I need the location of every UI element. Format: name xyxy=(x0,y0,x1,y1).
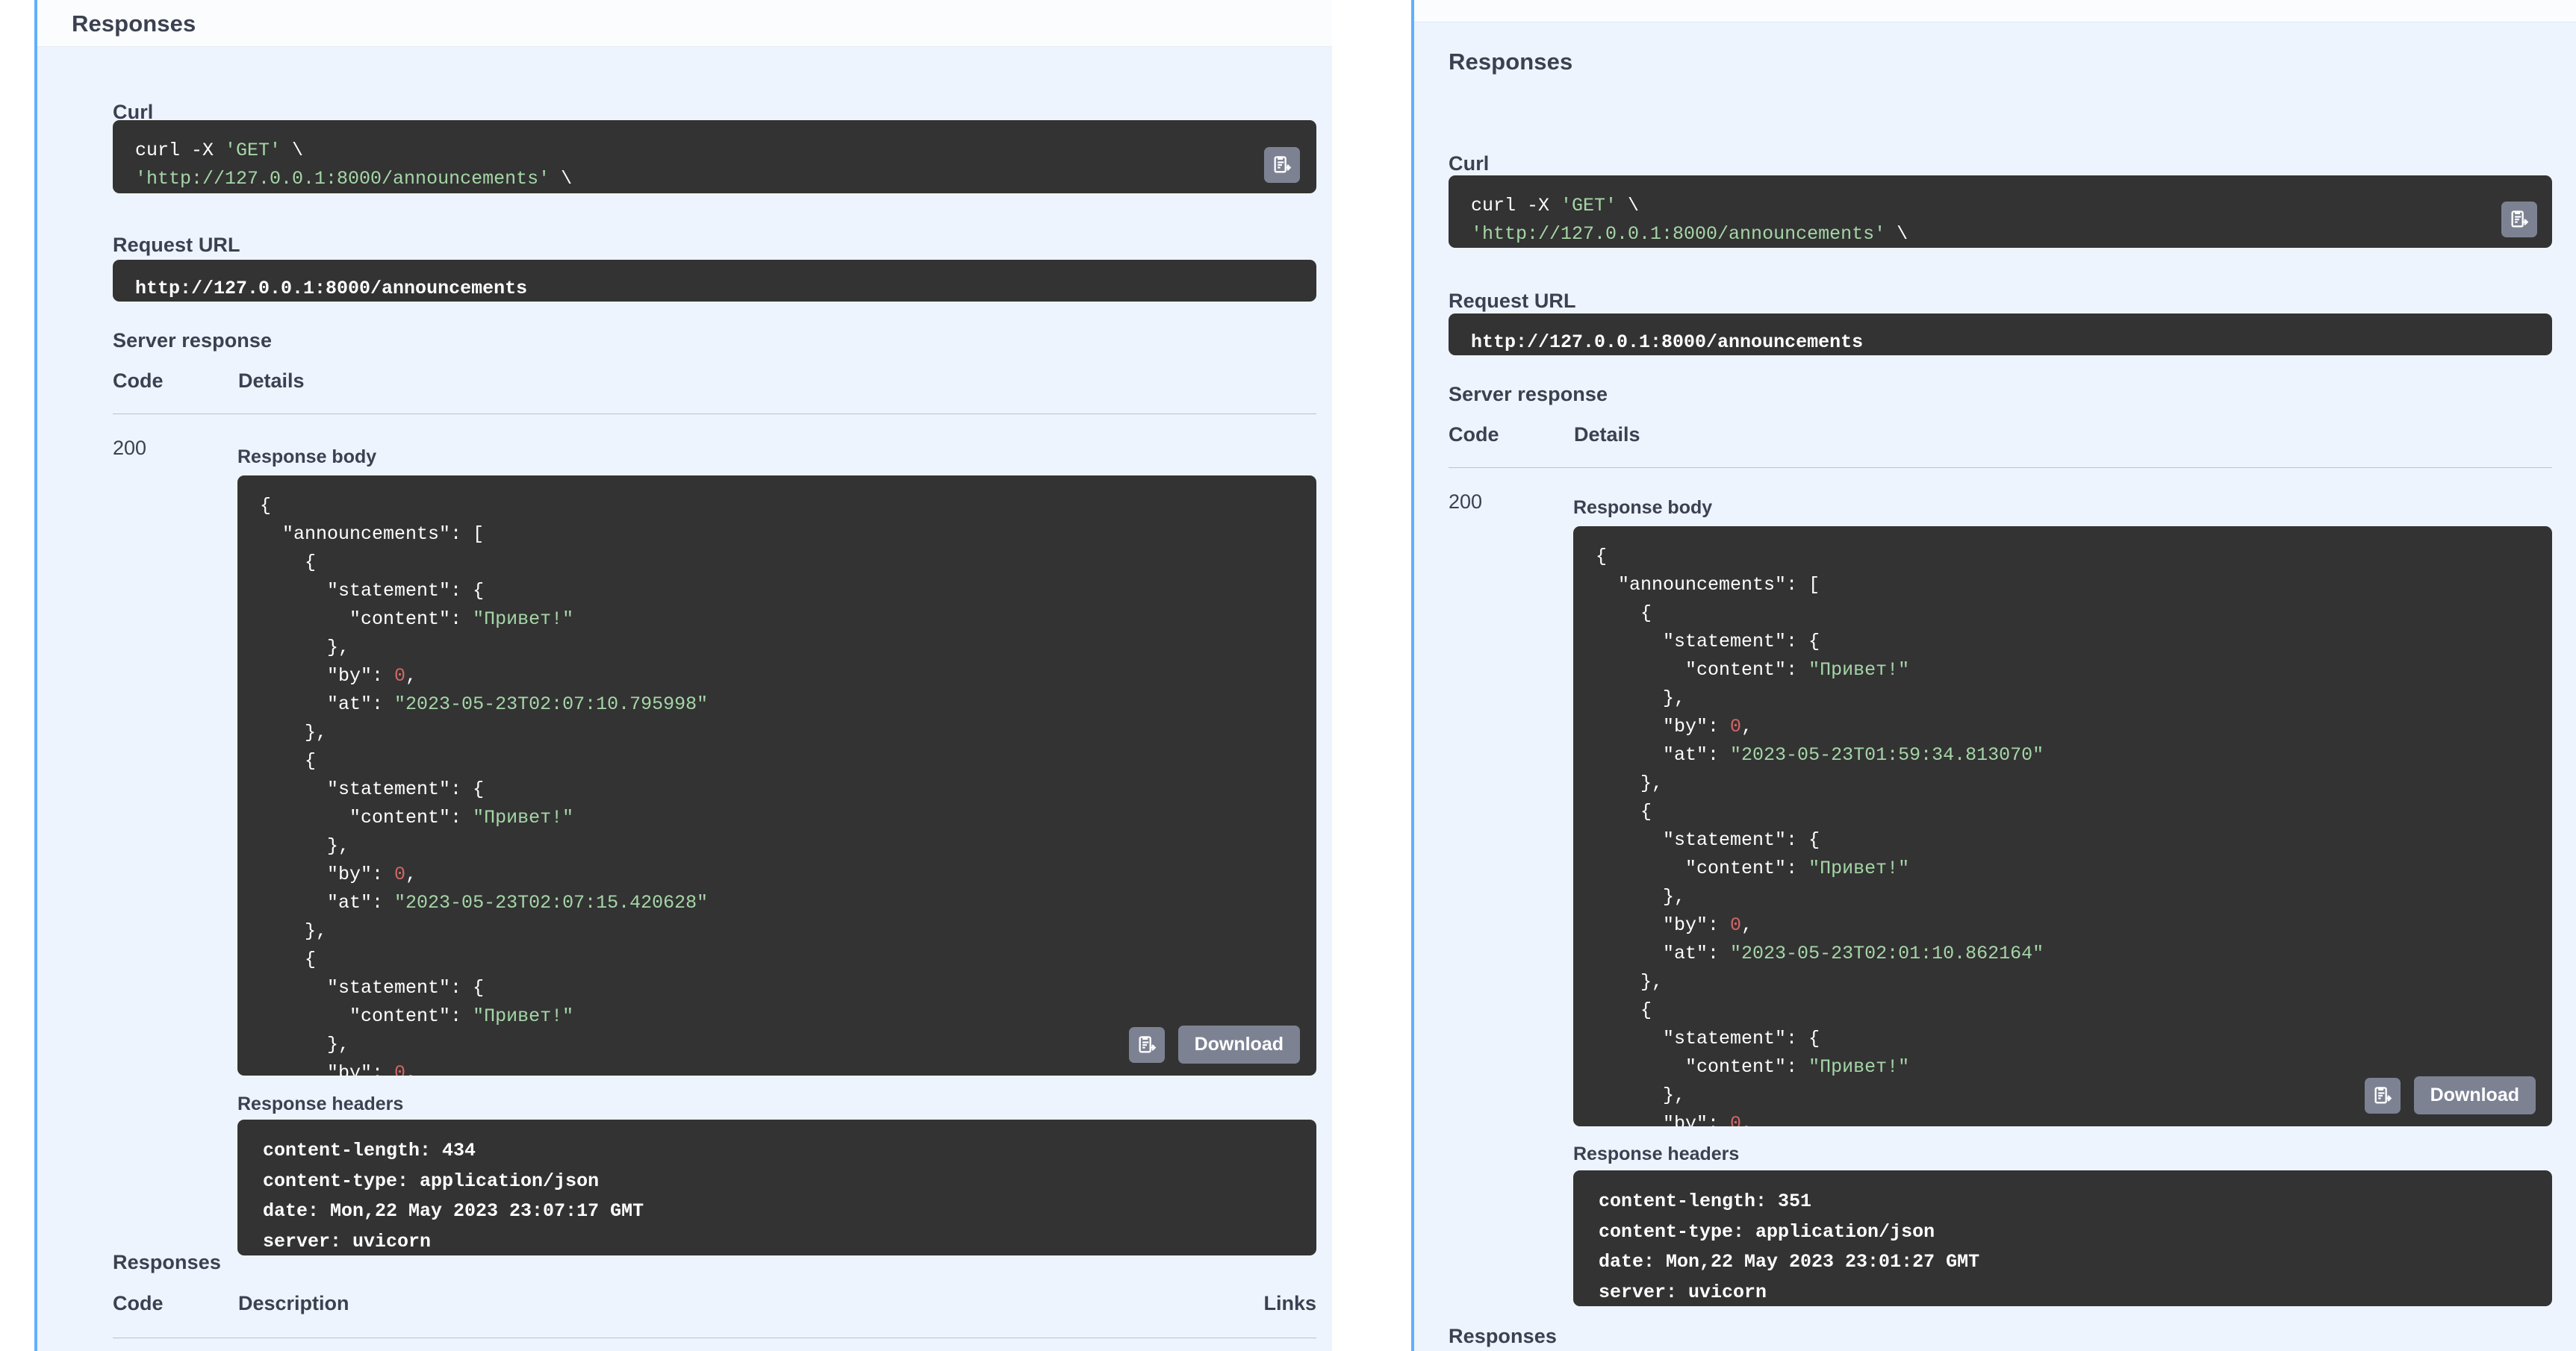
panel-header-right xyxy=(1414,0,2576,22)
curl-method-right: 'GET' xyxy=(1561,195,1617,216)
server-response-table-header-left: Code Details xyxy=(113,369,1316,414)
curl-line1-tail-left: \ xyxy=(281,140,304,161)
response-headers-text-left: content-length: 434 content-type: applic… xyxy=(263,1140,644,1252)
response-headers-code-left: content-length: 434 content-type: applic… xyxy=(237,1120,1316,1255)
panel-divider xyxy=(1332,0,1395,1351)
curl-code-block-left: curl -X 'GET' \ 'http://127.0.0.1:8000/a… xyxy=(113,120,1316,193)
response-panel-left: Responses Curl curl -X 'GET' \ 'http://1… xyxy=(34,0,1332,1351)
status-code-left: 200 xyxy=(113,437,147,459)
download-button-left[interactable]: Download xyxy=(1177,1026,1300,1064)
response-body-code-right[interactable]: { "announcements": [ { "statement": { "c… xyxy=(1573,526,2552,1126)
curl-command-left: curl -X xyxy=(135,140,225,161)
server-response-label-right: Server response xyxy=(1449,383,1608,405)
status-code-right: 200 xyxy=(1449,490,1483,513)
response-body-label-right: Response body xyxy=(1573,497,1713,518)
responses-table-header-left: Code Description Links xyxy=(113,1292,1316,1338)
swagger-ui-screen: Responses Curl curl -X 'GET' \ 'http://1… xyxy=(0,0,2576,1351)
curl-label-right: Curl xyxy=(1449,152,1490,175)
copy-icon[interactable] xyxy=(1128,1026,1165,1063)
curl-line2-tail-left: \ xyxy=(550,168,573,190)
responses-table-header-right: Code Description Links xyxy=(1449,1348,2552,1351)
responses-section-label-left: Responses xyxy=(113,1251,221,1273)
column-header-description-left: Description xyxy=(238,1292,349,1314)
response-body-label-left: Response body xyxy=(237,446,377,467)
request-url-value-left: http://127.0.0.1:8000/announcements xyxy=(113,260,1316,302)
curl-url-right: 'http://127.0.0.1:8000/announcements' xyxy=(1471,223,1886,245)
response-panel-right: Responses Curl curl -X 'GET' \ 'http://1… xyxy=(1411,0,2576,1351)
curl-url-left: 'http://127.0.0.1:8000/announcements' xyxy=(135,168,550,190)
response-body-text-left: { "announcements": [ { "statement": { "c… xyxy=(260,495,709,1076)
download-button-right[interactable]: Download xyxy=(2413,1076,2536,1114)
curl-line2-tail-right: \ xyxy=(1885,223,1908,245)
column-header-code2-right: Code xyxy=(1449,1348,1574,1351)
column-header-details-right: Details xyxy=(1574,423,1640,446)
column-header-code-left: Code xyxy=(113,369,164,392)
curl-line1-tail-right: \ xyxy=(1617,195,1640,216)
response-body-actions-right: Download xyxy=(2364,1076,2536,1114)
curl-method-left: 'GET' xyxy=(225,140,281,161)
copy-icon[interactable] xyxy=(2501,202,2537,237)
panel-header-left: Responses xyxy=(37,0,1332,47)
server-response-table-header-right: Code Details xyxy=(1449,423,2552,468)
copy-icon[interactable] xyxy=(1264,147,1300,183)
response-body-text-right: { "announcements": [ { "statement": { "c… xyxy=(1596,546,2044,1126)
column-header-code-right: Code xyxy=(1449,423,1499,446)
column-header-code2-left: Code xyxy=(113,1292,164,1314)
column-header-links-right: Links xyxy=(2499,1348,2552,1351)
response-body-actions-left: Download xyxy=(1128,1026,1300,1064)
response-headers-label-right: Response headers xyxy=(1573,1143,1740,1164)
copy-icon[interactable] xyxy=(2364,1077,2401,1114)
column-header-details-left: Details xyxy=(238,369,305,392)
curl-code-block-right: curl -X 'GET' \ 'http://127.0.0.1:8000/a… xyxy=(1449,175,2552,248)
panel-title-right: Responses xyxy=(1449,49,1573,75)
panel-title-left: Responses xyxy=(72,10,196,37)
request-url-label-left: Request URL xyxy=(113,234,240,256)
column-header-description-right: Description xyxy=(1574,1348,1685,1351)
curl-command-right: curl -X xyxy=(1471,195,1561,216)
response-headers-code-right: content-length: 351 content-type: applic… xyxy=(1573,1170,2552,1306)
responses-section-label-right: Responses xyxy=(1449,1325,1557,1347)
response-headers-label-left: Response headers xyxy=(237,1093,404,1114)
column-header-links-left: Links xyxy=(1263,1292,1316,1314)
response-body-code-left[interactable]: { "announcements": [ { "statement": { "c… xyxy=(237,475,1316,1076)
request-url-label-right: Request URL xyxy=(1449,290,1576,312)
server-response-label-left: Server response xyxy=(113,329,273,352)
request-url-value-right: http://127.0.0.1:8000/announcements xyxy=(1449,313,2552,355)
response-headers-text-right: content-length: 351 content-type: applic… xyxy=(1599,1191,1980,1303)
